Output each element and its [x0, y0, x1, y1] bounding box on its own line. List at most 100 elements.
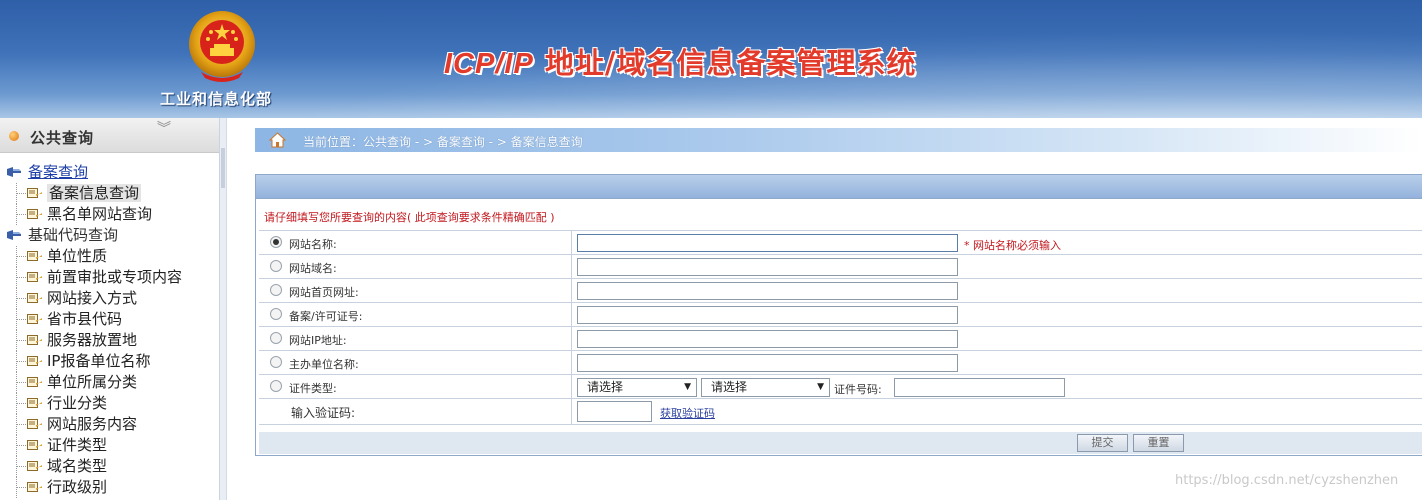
sidebar-item[interactable]: 备案信息查询: [0, 183, 218, 204]
radio-button[interactable]: [270, 356, 282, 368]
sidebar: 公共查询 ︾ 备案查询备案信息查询黑名单网站查询 基础代码查询单位性质 前置审批或专…: [0, 118, 220, 500]
cert-type-select[interactable]: 请选择 ▼: [577, 378, 697, 397]
sidebar-item[interactable]: IP报备单位名称: [0, 351, 218, 372]
reset-button[interactable]: 重置: [1133, 434, 1184, 452]
text-input[interactable]: [577, 234, 958, 252]
radio-button[interactable]: [270, 260, 282, 272]
cert-number-label: 证件号码:: [834, 383, 882, 396]
sidebar-group-label: 基础代码查询: [28, 226, 119, 244]
tree-connector: [16, 246, 26, 267]
sidebar-item[interactable]: 黑名单网站查询: [0, 204, 218, 225]
sidebar-item-label: 省市县代码: [47, 310, 123, 328]
text-input[interactable]: [577, 306, 958, 324]
sidebar-item[interactable]: 行政级别: [0, 477, 218, 498]
sidebar-item-label: 备案信息查询: [47, 184, 142, 202]
tree-connector: [16, 288, 26, 309]
document-icon: [27, 251, 42, 261]
ministry-name: 工业和信息化部: [160, 90, 273, 108]
nav-tree: 备案查询备案信息查询黑名单网站查询 基础代码查询单位性质 前置审批或专项内容 网站接入…: [0, 162, 218, 498]
tree-connector: [16, 414, 26, 435]
sidebar-item[interactable]: 单位所属分类: [0, 372, 218, 393]
watermark: https://blog.csdn.net/cyzshenzhen: [1175, 473, 1399, 488]
sidebar-item-label: 服务器放置地: [47, 331, 138, 349]
captcha-input[interactable]: [577, 401, 652, 422]
tree-connector: [16, 393, 26, 414]
home-icon[interactable]: [269, 132, 286, 148]
system-title: ICP/IP 地址/域名信息备案管理系统: [444, 40, 917, 82]
sidebar-item-label: IP报备单位名称: [47, 352, 151, 370]
text-input[interactable]: [577, 354, 958, 372]
radio-button[interactable]: [270, 332, 282, 344]
dropdown-arrow-icon: ▼: [817, 382, 824, 392]
form-row-label-cell: 输入验证码:: [259, 399, 572, 424]
text-input[interactable]: [577, 282, 958, 300]
sidebar-item-label: 网站服务内容: [47, 415, 138, 433]
sidebar-item-label: 网站接入方式: [47, 289, 138, 307]
text-input[interactable]: [577, 258, 958, 276]
collapse-chevron-icon[interactable]: ︾: [157, 122, 171, 136]
sidebar-header[interactable]: 公共查询 ︾: [0, 118, 219, 153]
tree-connector: [16, 351, 26, 372]
sidebar-item[interactable]: 省市县代码: [0, 309, 218, 330]
field-label: 网站首页网址:: [289, 286, 359, 299]
sidebar-item[interactable]: 服务器放置地: [0, 330, 218, 351]
sidebar-item[interactable]: 证件类型: [0, 435, 218, 456]
cert-subtype-select[interactable]: 请选择 ▼: [701, 378, 830, 397]
sidebar-item[interactable]: 前置审批或专项内容: [0, 267, 218, 288]
form-actions: 提交 重置: [259, 432, 1422, 454]
sidebar-group-0[interactable]: 备案查询: [0, 162, 218, 183]
breadcrumb: 当前位置：公共查询 - > 备案查询 - > 备案信息查询: [255, 128, 1422, 152]
cert-number-input[interactable]: [894, 378, 1065, 397]
document-icon: [27, 293, 42, 303]
tree-connector: [16, 267, 26, 288]
form-row-cert: 证件类型: 请选择 ▼ 请选择 ▼ 证件号码:: [259, 375, 1422, 399]
sidebar-item[interactable]: 网站接入方式: [0, 288, 218, 309]
form-row-label-cell: 证件类型:: [259, 375, 572, 398]
radio-cert-type[interactable]: [270, 380, 282, 392]
sidebar-item[interactable]: 域名类型: [0, 456, 218, 477]
form-row: 网站域名:: [259, 255, 1422, 279]
document-icon: [27, 440, 42, 450]
sidebar-item[interactable]: 行业分类: [0, 393, 218, 414]
form-row-label-cell: 主办单位名称:: [259, 351, 572, 374]
sidebar-group-1[interactable]: 基础代码查询: [0, 225, 218, 246]
field-label: 主办单位名称:: [289, 358, 359, 371]
site-header: 工业和信息化部 ICP/IP 地址/域名信息备案管理系统: [0, 0, 1422, 118]
radio-button[interactable]: [270, 236, 282, 248]
form-row: 主办单位名称:: [259, 351, 1422, 375]
field-label: 网站名称:: [289, 238, 337, 251]
tree-connector: [16, 435, 26, 456]
document-icon: [27, 209, 42, 219]
sidebar-item-label: 域名类型: [47, 457, 108, 475]
get-captcha-link[interactable]: 获取验证码: [660, 405, 715, 421]
tree-connector: [16, 330, 26, 351]
tree-connector: [16, 456, 26, 477]
bullet-icon: [9, 131, 19, 141]
document-icon: [27, 335, 42, 345]
text-input[interactable]: [577, 330, 958, 348]
query-panel: 请仔细填写您所要查询的内容( 此项查询要求条件精确匹配 ) 网站名称: * 网站名…: [255, 174, 1422, 456]
form-row-label-cell: 网站名称:: [259, 231, 572, 254]
field-label: 网站IP地址:: [289, 334, 347, 347]
query-notice: 请仔细填写您所要查询的内容( 此项查询要求条件精确匹配 ): [264, 211, 555, 224]
form-row: 备案/许可证号:: [259, 303, 1422, 327]
radio-button[interactable]: [270, 308, 282, 320]
sidebar-group-label: 备案查询: [28, 163, 89, 181]
sidebar-item-label: 证件类型: [47, 436, 108, 454]
tree-connector: [16, 309, 26, 330]
document-icon: [27, 314, 42, 324]
sidebar-splitter[interactable]: [220, 118, 227, 500]
cert-type-label: 证件类型:: [289, 382, 337, 395]
document-icon: [27, 482, 42, 492]
form-row: 网站名称: * 网站名称必须输入: [259, 231, 1422, 255]
form-row-label-cell: 网站首页网址:: [259, 279, 572, 302]
splitter-handle[interactable]: [221, 148, 225, 188]
radio-button[interactable]: [270, 284, 282, 296]
sidebar-item-label: 行业分类: [47, 394, 108, 412]
document-icon: [27, 419, 42, 429]
sidebar-item[interactable]: 单位性质: [0, 246, 218, 267]
form-row-label-cell: 网站域名:: [259, 255, 572, 278]
submit-button[interactable]: 提交: [1077, 434, 1128, 452]
document-icon: [27, 272, 42, 282]
sidebar-item[interactable]: 网站服务内容: [0, 414, 218, 435]
